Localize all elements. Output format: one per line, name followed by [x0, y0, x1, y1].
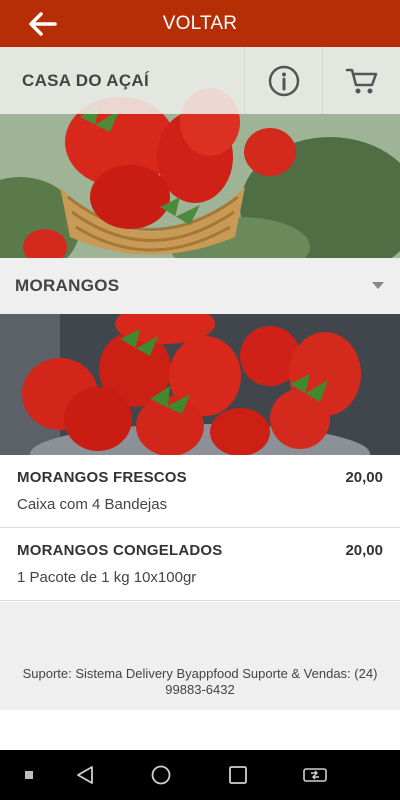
- nav-home-button[interactable]: [148, 762, 174, 788]
- nav-menu-button[interactable]: [16, 762, 42, 788]
- info-icon: [268, 65, 299, 96]
- caret-down-icon: [372, 282, 384, 289]
- product-description: 1 Pacote de 1 kg 10x100gr: [17, 569, 197, 586]
- square-recents-icon: [229, 766, 247, 784]
- nav-back-button[interactable]: [72, 762, 98, 788]
- arrow-left-icon: [29, 12, 57, 36]
- category-dropdown[interactable]: MORANGOS: [0, 258, 400, 314]
- product-item[interactable]: MORANGOS CONGELADOS 20,00 1 Pacote de 1 …: [0, 528, 400, 601]
- product-name: MORANGOS CONGELADOS: [17, 542, 223, 559]
- switch-apps-icon: [303, 768, 327, 782]
- square-dot-icon: [25, 771, 33, 779]
- nav-recents-button[interactable]: [225, 762, 251, 788]
- product-item[interactable]: MORANGOS FRESCOS 20,00 Caixa com 4 Bande…: [0, 455, 400, 528]
- product-description: Caixa com 4 Bandejas: [17, 496, 168, 513]
- cart-button[interactable]: [322, 47, 400, 114]
- back-label[interactable]: VOLTAR: [163, 13, 237, 35]
- store-header-bar: CASA DO AÇAÍ: [0, 47, 400, 114]
- circle-home-icon: [151, 765, 171, 785]
- category-image: [0, 314, 400, 455]
- cart-icon: [345, 68, 377, 93]
- system-nav-bar: [0, 750, 400, 800]
- top-bar: VOLTAR: [0, 0, 400, 47]
- support-text: Suporte: Sistema Delivery Byappfood Supo…: [22, 666, 378, 697]
- category-label: MORANGOS: [15, 276, 120, 295]
- info-button[interactable]: [244, 47, 322, 114]
- nav-switch-button[interactable]: [302, 762, 328, 788]
- back-button[interactable]: [28, 9, 58, 39]
- triangle-back-icon: [77, 766, 93, 784]
- store-banner: CASA DO AÇAÍ: [0, 47, 400, 258]
- strawberries-bowl-image: [0, 314, 400, 455]
- product-price: 20,00: [345, 542, 383, 559]
- product-price: 20,00: [345, 469, 383, 486]
- store-name: CASA DO AÇAÍ: [22, 70, 150, 90]
- product-name: MORANGOS FRESCOS: [17, 469, 187, 486]
